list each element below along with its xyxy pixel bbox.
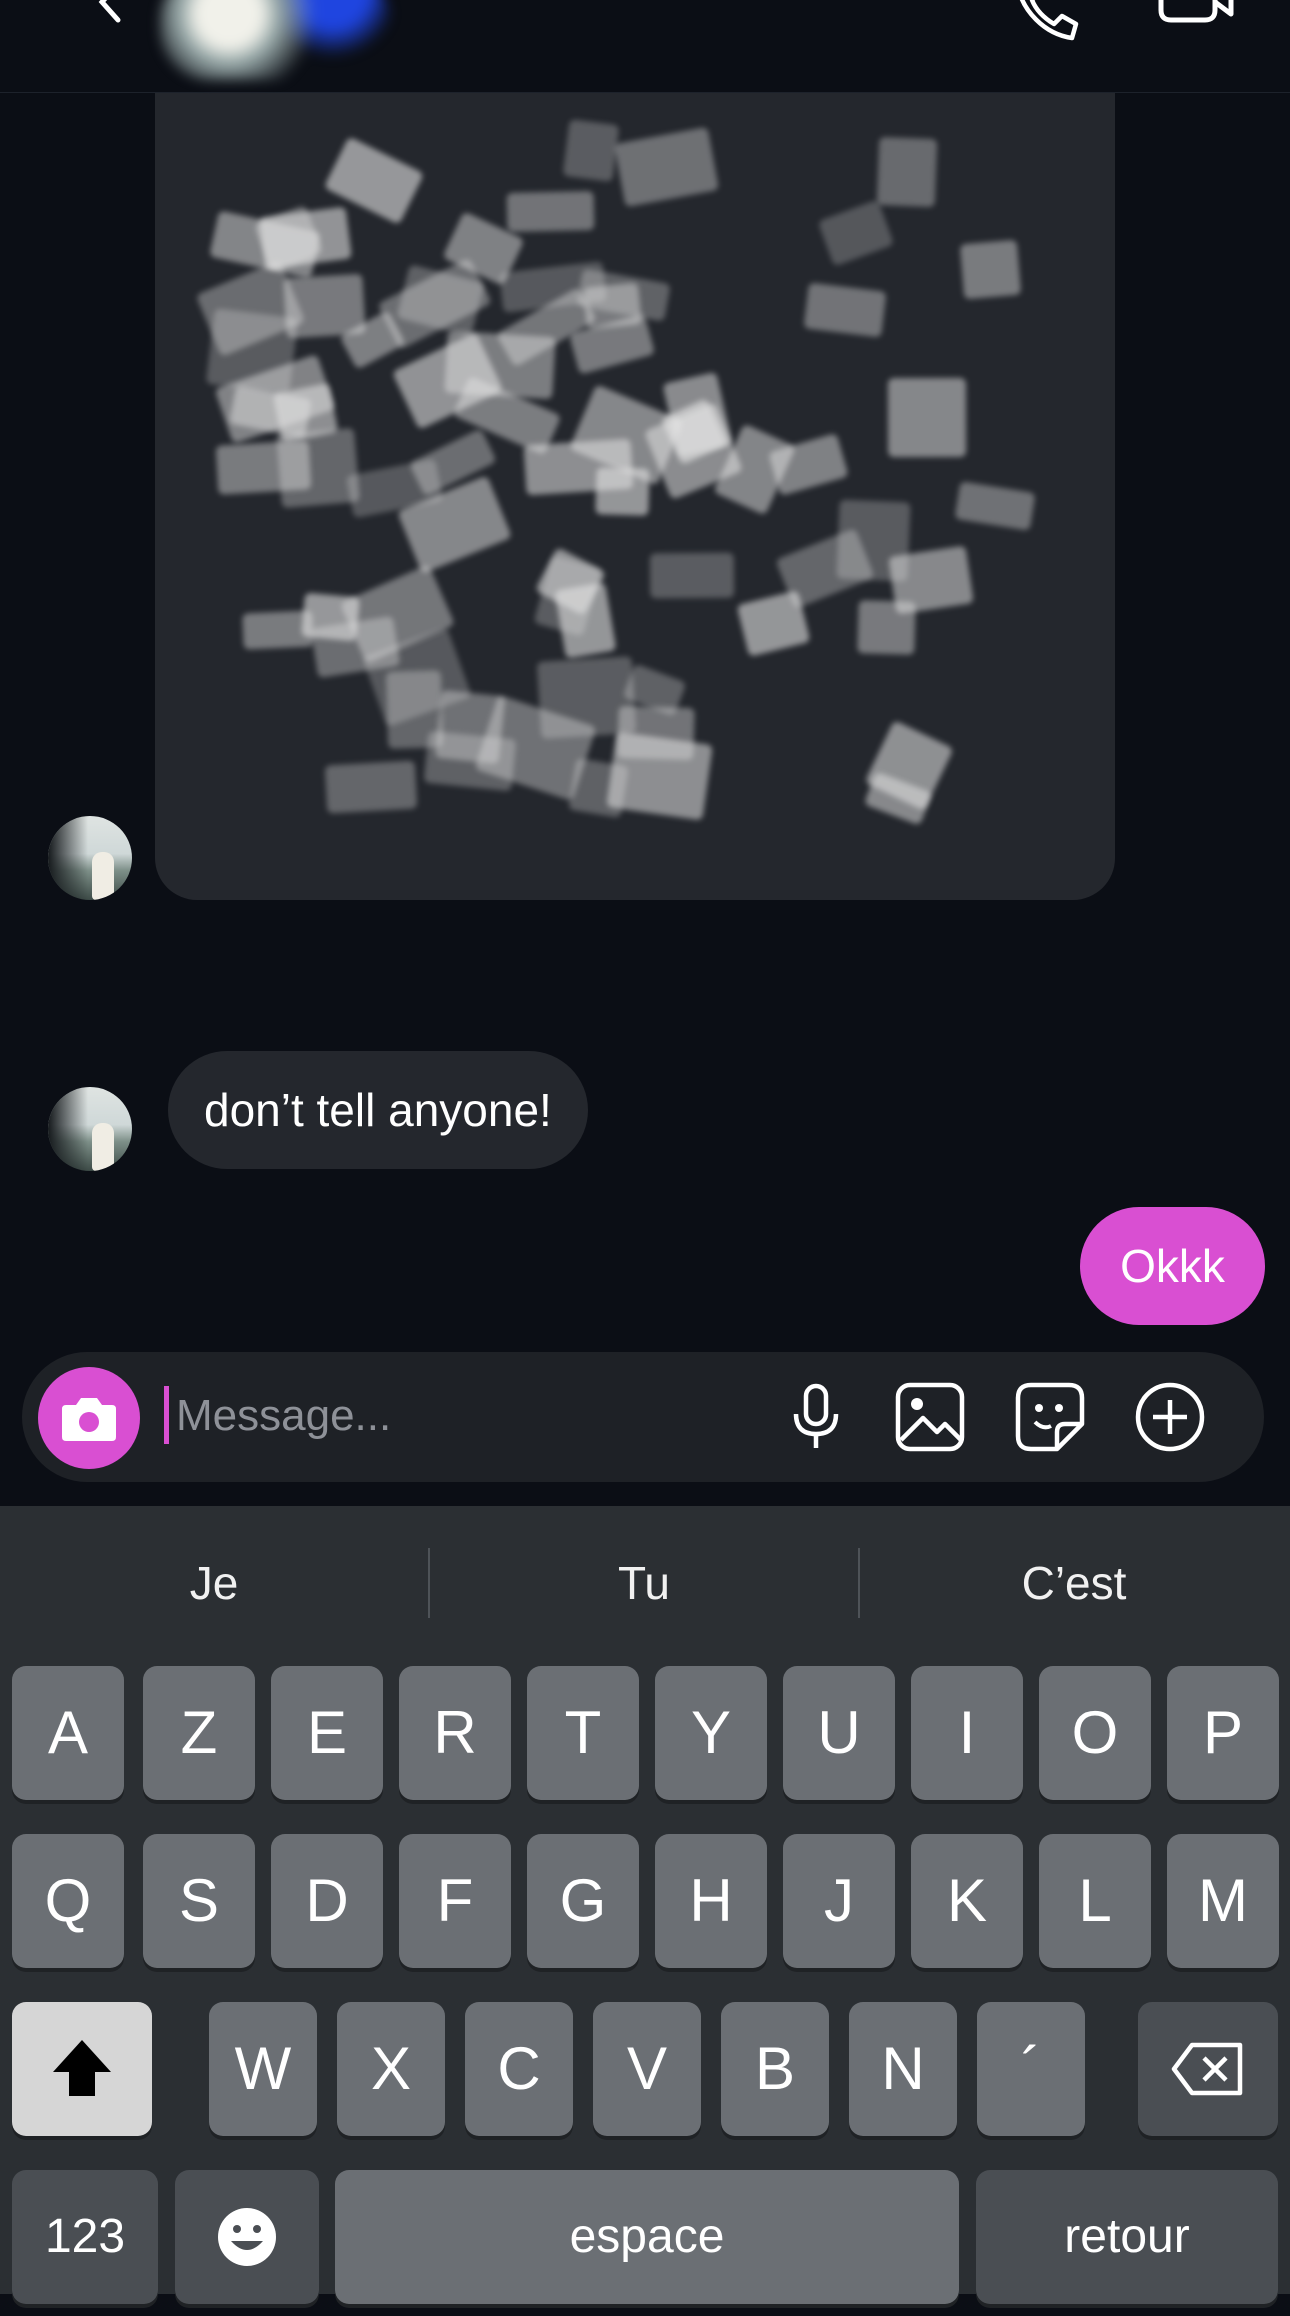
key-z[interactable]: Z bbox=[143, 1666, 255, 1800]
key-d[interactable]: D bbox=[271, 1834, 383, 1968]
voice-call-button[interactable] bbox=[1012, 0, 1082, 44]
suggestion-2[interactable]: Tu bbox=[430, 1530, 858, 1636]
key-u[interactable]: U bbox=[783, 1666, 895, 1800]
microphone-icon bbox=[793, 1383, 839, 1448]
scribble-mark bbox=[506, 191, 595, 232]
key-w[interactable]: W bbox=[209, 2002, 317, 2136]
scribble-mark bbox=[959, 239, 1022, 300]
scribble-mark bbox=[736, 590, 811, 657]
key-h[interactable]: H bbox=[655, 1834, 767, 1968]
microphone-button[interactable] bbox=[779, 1380, 853, 1454]
scribble-mark bbox=[887, 545, 974, 615]
scribble-mark bbox=[888, 378, 966, 457]
chevron-left-icon bbox=[98, 0, 121, 23]
video-camera-icon bbox=[1158, 0, 1234, 23]
key-q[interactable]: Q bbox=[12, 1834, 124, 1968]
key-b[interactable]: B bbox=[721, 2002, 829, 2136]
emoji-icon bbox=[218, 2208, 276, 2266]
outgoing-message-bubble[interactable]: Okkk bbox=[1080, 1207, 1265, 1325]
scribble-mark bbox=[876, 137, 937, 208]
scribble-mark bbox=[594, 467, 650, 516]
key-c[interactable]: C bbox=[465, 2002, 573, 2136]
delete-key[interactable] bbox=[1138, 2002, 1278, 2136]
scribble-mark bbox=[563, 119, 620, 183]
chat-header bbox=[0, 0, 1290, 93]
key-r[interactable]: R bbox=[399, 1666, 511, 1800]
key-p[interactable]: P bbox=[1167, 1666, 1279, 1800]
key-j[interactable]: J bbox=[783, 1834, 895, 1968]
key-a[interactable]: A bbox=[12, 1666, 124, 1800]
video-call-button[interactable] bbox=[1155, 0, 1235, 44]
sticker-icon bbox=[1015, 1382, 1085, 1452]
media-message[interactable] bbox=[155, 60, 1115, 900]
key-accent[interactable]: ´ bbox=[977, 2002, 1085, 2136]
numbers-key[interactable]: 123 bbox=[12, 2170, 158, 2304]
key-i[interactable]: I bbox=[911, 1666, 1023, 1800]
key-e[interactable]: E bbox=[271, 1666, 383, 1800]
emoji-key[interactable] bbox=[175, 2170, 319, 2304]
sticker-button[interactable] bbox=[1013, 1380, 1087, 1454]
key-m[interactable]: M bbox=[1167, 1834, 1279, 1968]
incoming-message-bubble[interactable]: don’t tell anyone! bbox=[168, 1051, 588, 1169]
image-icon bbox=[895, 1382, 965, 1452]
scribble-mark bbox=[536, 655, 637, 738]
key-v[interactable]: V bbox=[593, 2002, 701, 2136]
key-n[interactable]: N bbox=[849, 2002, 957, 2136]
shift-key[interactable] bbox=[12, 2002, 152, 2136]
sender-avatar[interactable] bbox=[48, 1087, 132, 1171]
back-button[interactable] bbox=[80, 0, 140, 40]
backspace-icon bbox=[1171, 2042, 1243, 2096]
key-s[interactable]: S bbox=[143, 1834, 255, 1968]
suggestion-1[interactable]: Je bbox=[0, 1530, 428, 1636]
gallery-button[interactable] bbox=[893, 1380, 967, 1454]
message-input[interactable] bbox=[168, 1380, 744, 1452]
contact-avatar[interactable] bbox=[160, 0, 390, 80]
more-options-button[interactable] bbox=[1133, 1380, 1207, 1454]
scribble-mark bbox=[954, 481, 1037, 532]
scribble-mark bbox=[818, 199, 895, 267]
camera-button[interactable] bbox=[38, 1367, 140, 1469]
scribble-mark bbox=[649, 552, 735, 599]
suggestion-3[interactable]: C’est bbox=[860, 1530, 1288, 1636]
camera-icon bbox=[62, 1398, 116, 1441]
key-y[interactable]: Y bbox=[655, 1666, 767, 1800]
scribble-mark bbox=[614, 127, 720, 208]
scribble-mark bbox=[215, 440, 313, 496]
key-o[interactable]: O bbox=[1039, 1666, 1151, 1800]
return-key[interactable]: retour bbox=[976, 2170, 1278, 2304]
scribble-mark bbox=[803, 282, 887, 338]
key-k[interactable]: K bbox=[911, 1834, 1023, 1968]
key-t[interactable]: T bbox=[527, 1666, 639, 1800]
scribble-mark bbox=[423, 730, 516, 792]
key-g[interactable]: G bbox=[527, 1834, 639, 1968]
phone-icon bbox=[1019, 0, 1079, 41]
key-l[interactable]: L bbox=[1039, 1834, 1151, 1968]
plus-circle-icon bbox=[1135, 1382, 1205, 1452]
space-key[interactable]: espace bbox=[335, 2170, 959, 2304]
key-f[interactable]: F bbox=[399, 1834, 511, 1968]
sender-avatar[interactable] bbox=[48, 816, 132, 900]
key-x[interactable]: X bbox=[337, 2002, 445, 2136]
scribble-mark bbox=[324, 760, 418, 814]
shift-arrow-icon bbox=[53, 2040, 111, 2096]
